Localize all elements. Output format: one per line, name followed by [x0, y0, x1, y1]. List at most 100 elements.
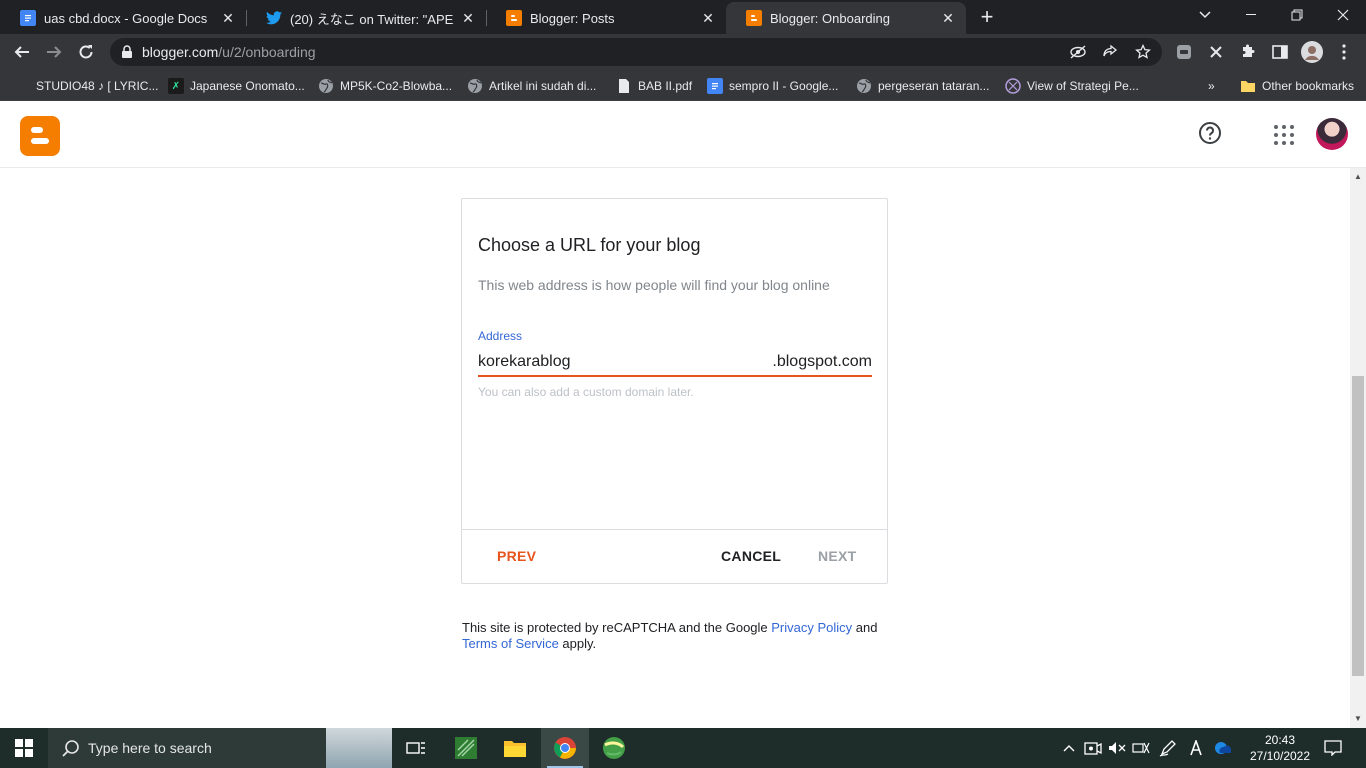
bookmark-japanese-onomato[interactable]: ✗ Japanese Onomato...: [168, 76, 305, 96]
task-view-button[interactable]: [392, 728, 440, 768]
app-header: [0, 102, 1366, 168]
taskbar-app-globe[interactable]: [590, 728, 638, 768]
tab-title: Blogger: Onboarding: [770, 10, 890, 26]
address-field[interactable]: .blogspot.com: [478, 349, 872, 377]
close-window-button[interactable]: [1320, 0, 1366, 30]
windows-taskbar: Type here to search 20:43 27/10/2022: [0, 728, 1366, 768]
taskbar-clock[interactable]: 20:43 27/10/2022: [1240, 732, 1320, 764]
new-tab-button[interactable]: +: [976, 6, 998, 28]
address-input[interactable]: [478, 351, 758, 373]
tab-close-icon[interactable]: ✕: [460, 10, 476, 26]
tab-title: Blogger: Posts: [530, 10, 615, 26]
privacy-policy-link[interactable]: Privacy Policy: [771, 620, 852, 635]
restore-button[interactable]: [1274, 0, 1320, 30]
blogger-icon: [506, 10, 522, 26]
tab-title: (20) えなこ on Twitter: "APEX女子: [290, 11, 454, 27]
bookmark-label: Other bookmarks: [1262, 79, 1355, 93]
tab-google-docs[interactable]: uas cbd.docx - Google Docs ✕: [0, 2, 246, 34]
recaptcha-text: and: [852, 620, 878, 635]
task-view-icon: [406, 742, 425, 754]
bookmark-favicon: [12, 78, 32, 94]
card-title: Choose a URL for your blog: [478, 235, 701, 255]
tab-blogger-posts[interactable]: Blogger: Posts ✕: [486, 2, 726, 34]
tray-network-icon[interactable]: [1130, 728, 1152, 768]
search-icon: [62, 740, 79, 757]
line-extension-icon[interactable]: [1170, 38, 1198, 66]
scrollbar-thumb[interactable]: [1352, 376, 1364, 676]
tray-expand-chevron-icon[interactable]: [1058, 728, 1080, 768]
globe-icon: [856, 78, 872, 94]
bookmark-bab-ii[interactable]: BAB II.pdf: [616, 76, 692, 96]
bookmark-mp5k[interactable]: MP5K-Co2-Blowba...: [318, 76, 452, 96]
bookmark-label: MP5K-Co2-Blowba...: [340, 79, 453, 93]
clock-time: 20:43: [1264, 733, 1296, 747]
bookmarks-bar: STUDIO48 ♪ [ LYRIC... ✗ Japanese Onomato…: [0, 70, 1366, 101]
taskbar-app-green[interactable]: [442, 728, 490, 768]
tab-blogger-onboarding[interactable]: Blogger: Onboarding ✕: [726, 2, 966, 34]
side-panel-icon[interactable]: [1266, 38, 1294, 66]
url-text: blogger.com/u/2/onboarding: [142, 44, 316, 60]
prev-button[interactable]: PREV: [497, 548, 536, 564]
bookmark-artikel[interactable]: Artikel ini sudah di...: [467, 76, 596, 96]
bookmarks-overflow-button[interactable]: »: [1208, 76, 1215, 96]
account-avatar[interactable]: [1316, 118, 1348, 150]
address-suffix: .blogspot.com: [772, 353, 872, 370]
google-apps-icon[interactable]: [1272, 123, 1296, 147]
scroll-down-arrow-icon[interactable]: ▼: [1353, 714, 1363, 724]
forward-button[interactable]: [40, 38, 68, 66]
recaptcha-notice: This site is protected by reCAPTCHA and …: [462, 620, 892, 652]
taskbar-file-explorer[interactable]: [491, 728, 539, 768]
card-subtitle: This web address is how people will find…: [478, 277, 830, 293]
bookmark-star-icon[interactable]: [1133, 42, 1153, 62]
profile-avatar-icon[interactable]: [1298, 38, 1326, 66]
browser-toolbar: blogger.com/u/2/onboarding: [0, 34, 1366, 70]
address-bar[interactable]: blogger.com/u/2/onboarding: [110, 38, 1162, 66]
chrome-menu-icon[interactable]: [1330, 38, 1358, 66]
bookmark-sempro[interactable]: sempro II - Google...: [707, 76, 838, 96]
chrome-icon: [554, 737, 576, 759]
file-icon: [616, 78, 632, 94]
tab-search-chevron-icon[interactable]: [1182, 0, 1228, 30]
bookmark-pergeseran[interactable]: pergeseran tataran...: [856, 76, 989, 96]
tab-close-icon[interactable]: ✕: [220, 10, 236, 26]
extensions-puzzle-icon[interactable]: [1234, 38, 1262, 66]
notifications-icon[interactable]: [1320, 728, 1346, 768]
folder-icon: [1240, 78, 1256, 94]
start-button[interactable]: [0, 728, 48, 768]
search-placeholder: Type here to search: [88, 740, 212, 756]
page: Choose a URL for your blog This web addr…: [0, 102, 1366, 728]
share-icon[interactable]: [1100, 42, 1120, 62]
tab-twitter[interactable]: (20) えなこ on Twitter: "APEX女子 ✕: [246, 2, 486, 34]
scroll-up-arrow-icon[interactable]: ▲: [1353, 172, 1363, 182]
tray-volume-muted-icon[interactable]: [1106, 728, 1128, 768]
taskbar-chrome[interactable]: [541, 728, 589, 768]
tray-pen-icon[interactable]: [1156, 728, 1180, 768]
tab-close-icon[interactable]: ✕: [940, 10, 956, 26]
next-button[interactable]: NEXT: [818, 548, 857, 564]
bookmark-label: pergeseran tataran...: [878, 79, 990, 93]
reload-button[interactable]: [72, 38, 100, 66]
bookmark-view-of-strategi[interactable]: View of Strategi Pe...: [1005, 76, 1139, 96]
back-button[interactable]: [8, 38, 36, 66]
docs-icon: [707, 78, 723, 94]
blogger-logo-icon[interactable]: [20, 116, 60, 156]
bookmark-studio48[interactable]: STUDIO48 ♪ [ LYRIC...: [12, 76, 158, 96]
page-scrollbar[interactable]: ▲ ▼: [1350, 168, 1366, 728]
custom-domain-hint: You can also add a custom domain later.: [478, 385, 694, 399]
tracking-blocked-icon[interactable]: [1068, 42, 1088, 62]
twitter-icon: [266, 10, 282, 26]
tab-close-icon[interactable]: ✕: [700, 10, 716, 26]
bookmark-other-bookmarks[interactable]: Other bookmarks: [1240, 76, 1354, 96]
cancel-button[interactable]: CANCEL: [721, 548, 781, 564]
app-green-icon: [455, 737, 477, 759]
terms-of-service-link[interactable]: Terms of Service: [462, 636, 559, 651]
help-icon[interactable]: [1198, 121, 1222, 145]
app-globe-icon: [603, 737, 625, 759]
taskbar-search-box[interactable]: Type here to search: [48, 728, 392, 768]
tray-meet-icon[interactable]: [1082, 728, 1104, 768]
search-highlight-image[interactable]: [326, 728, 392, 768]
tray-onedrive-icon[interactable]: [1210, 728, 1234, 768]
tray-ime-icon[interactable]: [1184, 728, 1208, 768]
minimize-button[interactable]: [1228, 0, 1274, 30]
extension-x-icon[interactable]: [1202, 38, 1230, 66]
